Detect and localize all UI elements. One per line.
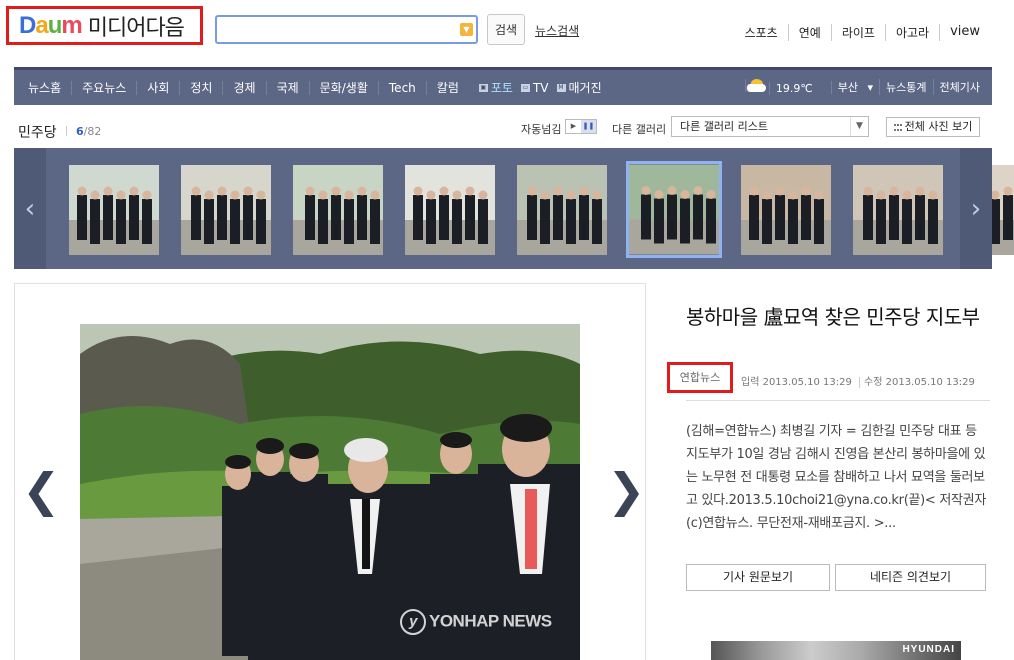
photo-next-arrow-icon[interactable]: ❯: [607, 462, 646, 518]
gallery-thumbnail[interactable]: [405, 165, 495, 255]
tv-icon: ▭: [520, 83, 530, 92]
search-button[interactable]: 검색: [487, 14, 525, 45]
nav-item-politics[interactable]: 정치: [179, 80, 222, 95]
gallery-select[interactable]: 다른 갤러리 리스트 ▼: [671, 116, 869, 137]
nav-item-magazine[interactable]: M 매거진: [553, 81, 606, 95]
top-link-life[interactable]: 라이프: [830, 24, 885, 41]
news-search-link[interactable]: 뉴스검색: [535, 22, 579, 39]
all-articles-link[interactable]: 전체기사: [932, 79, 986, 95]
divider: [686, 400, 990, 401]
nav-item-top-news[interactable]: 주요뉴스: [71, 80, 136, 95]
nav-item-international[interactable]: 국제: [265, 80, 309, 95]
media-daum-logo-text: 미디어다음: [87, 15, 185, 41]
gallery-thumbnail[interactable]: [626, 161, 722, 258]
view-original-button[interactable]: 기사 원문보기: [686, 564, 830, 591]
strip-prev-arrow-icon[interactable]: ‹: [14, 148, 46, 269]
weather-widget[interactable]: 19.9℃: [739, 79, 825, 95]
gallery-count: 6/82: [76, 125, 102, 138]
strip-next-arrow-icon[interactable]: ›: [960, 148, 992, 269]
logo-highlight-box[interactable]: Daum 미디어다음: [6, 6, 203, 45]
other-gallery-label: 다른 갤러리: [612, 123, 667, 136]
pause-icon[interactable]: ❚❚: [581, 120, 596, 133]
article-source-highlight[interactable]: 연합뉴스: [667, 362, 733, 393]
nav-item-tv[interactable]: ▭ TV: [517, 81, 553, 95]
photo-prev-arrow-icon[interactable]: ❮: [22, 462, 61, 518]
top-link-agora[interactable]: 아고라: [884, 24, 939, 41]
chevron-down-icon: ▼: [850, 117, 868, 136]
nav-item-culture[interactable]: 문화/생활: [308, 80, 378, 95]
article-edit-time: 수정 2013.05.10 13:29: [859, 377, 979, 388]
play-icon[interactable]: ▶: [566, 120, 581, 133]
advertisement-banner[interactable]: HYUNDAI: [711, 641, 961, 660]
region-select[interactable]: 부산 ▾: [825, 79, 879, 95]
news-stats-link[interactable]: 뉴스통계: [879, 79, 932, 95]
photo-icon: ▣: [478, 83, 488, 92]
divider: [66, 126, 67, 136]
article-body: (김해=연합뉴스) 최병길 기자 = 김한길 민주당 대표 등 지도부가 10일…: [686, 424, 986, 531]
hyundai-logo: HYUNDAI: [902, 644, 955, 655]
gallery-title: 민주당: [18, 125, 57, 141]
magazine-icon: M: [556, 83, 566, 92]
top-link-sports[interactable]: 스포츠: [735, 24, 788, 41]
article-title: 봉하마을 盧묘역 찾은 민주당 지도부: [686, 305, 980, 329]
gallery-thumbnail[interactable]: [293, 165, 383, 255]
view-comments-button[interactable]: 네티즌 의견보기: [835, 564, 986, 591]
autoplay-controls: ▶ ❚❚: [565, 119, 597, 134]
nav-item-photo[interactable]: ▣ 포토: [475, 81, 517, 95]
daum-logo: Daum: [19, 11, 83, 39]
top-links: 스포츠 연예 라이프 아고라 view: [735, 24, 980, 41]
nav-item-economy[interactable]: 경제: [222, 80, 265, 95]
gallery-thumbnail[interactable]: [853, 165, 943, 255]
nav-item-column[interactable]: 칼럼: [425, 80, 469, 95]
thumbnail-strip: ‹ ›: [14, 148, 1014, 269]
gallery-thumbnail[interactable]: [741, 165, 831, 255]
top-link-entertainment[interactable]: 연예: [787, 24, 831, 41]
nav-item-news-home[interactable]: 뉴스홈: [18, 81, 71, 95]
grid-icon: [893, 123, 902, 131]
search-dropdown-icon[interactable]: ▼: [460, 23, 473, 36]
search-input[interactable]: ▼: [215, 15, 478, 44]
article-meta: 입력 2013.05.10 13:29 수정 2013.05.10 13:29: [737, 373, 979, 388]
gallery-thumbnail[interactable]: [517, 165, 607, 255]
main-nav: 뉴스홈 주요뉴스 사회 정치 경제 국제 문화/생활 Tech 칼럼 ▣ 포토 ▭…: [14, 67, 992, 105]
gallery-thumbnail[interactable]: [69, 165, 159, 255]
nav-right: 19.9℃ 부산 ▾ 뉴스통계 전체기사: [739, 79, 986, 95]
partly-cloudy-icon: [744, 79, 766, 92]
yonhap-watermark: y YONHAP NEWS: [400, 609, 552, 635]
nav-item-tech[interactable]: Tech: [377, 80, 426, 95]
autoplay-label: 자동넘김: [521, 123, 562, 136]
article-input-time: 입력 2013.05.10 13:29: [741, 377, 852, 388]
all-photos-button[interactable]: 전체 사진 보기: [886, 117, 980, 137]
top-link-view[interactable]: view: [939, 24, 980, 41]
nav-item-society[interactable]: 사회: [136, 80, 179, 95]
gallery-thumbnail[interactable]: [181, 165, 271, 255]
